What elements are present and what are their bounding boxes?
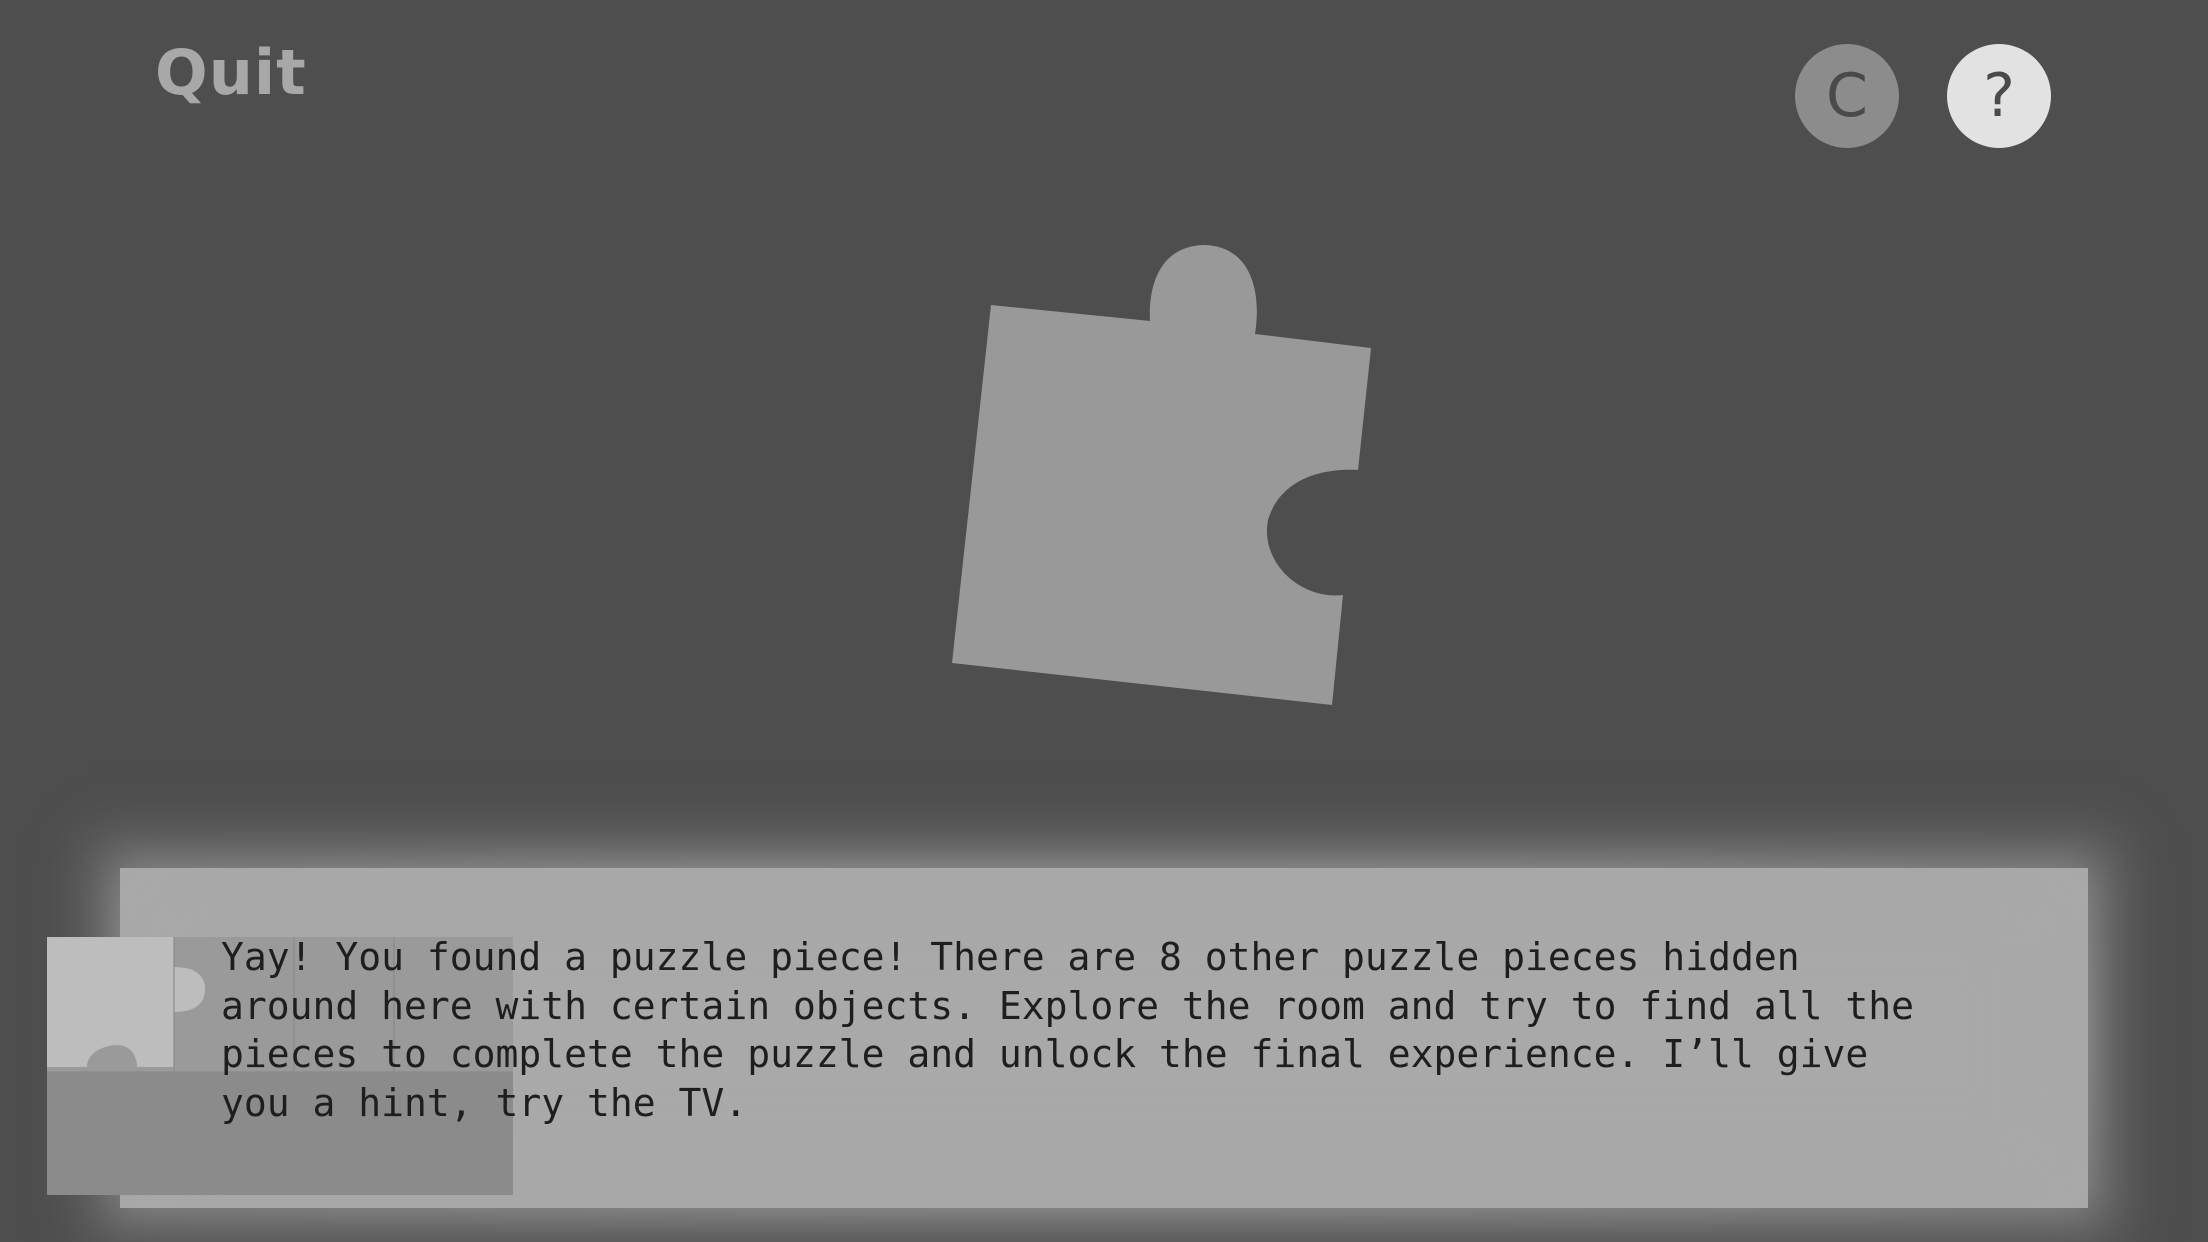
dialog-text: Yay! You found a puzzle piece! There are…	[221, 935, 1914, 1125]
help-button-label: ?	[1983, 61, 2015, 131]
help-button[interactable]: ?	[1947, 44, 2051, 148]
quit-button[interactable]: Quit	[155, 36, 307, 109]
collection-button[interactable]: C	[1795, 44, 1899, 148]
collection-button-label: C	[1826, 61, 1868, 131]
